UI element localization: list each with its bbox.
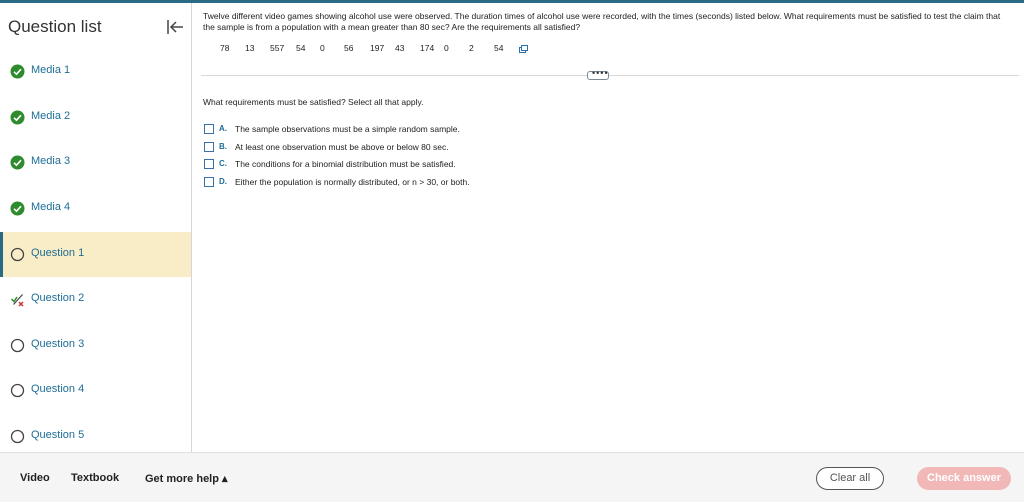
collapse-sidebar-button[interactable] [164, 16, 186, 38]
data-value: 78 [220, 43, 230, 53]
option-c[interactable]: C. The conditions for a binomial distrib… [204, 158, 804, 170]
question-list-sidebar: Question list Media 1 Media 2 Media 3 Me… [0, 3, 192, 452]
option-checkbox[interactable] [204, 159, 214, 169]
option-checkbox[interactable] [204, 177, 214, 187]
clear-all-button[interactable]: Clear all [816, 467, 884, 490]
empty-circle-icon [10, 429, 25, 444]
get-more-help-menu[interactable]: Get more help ▴ [145, 472, 228, 485]
check-circle-icon [10, 110, 25, 125]
option-letter: D. [219, 177, 227, 186]
sidebar-item-media-1[interactable]: Media 1 [0, 49, 191, 94]
empty-circle-icon [10, 247, 25, 262]
option-letter: C. [219, 159, 227, 168]
data-value: 557 [270, 43, 285, 53]
data-value: 54 [494, 43, 504, 53]
check-circle-icon [10, 64, 25, 79]
check-circle-icon [10, 201, 25, 216]
sidebar-item-label: Question 5 [31, 429, 85, 441]
question-panel: Twelve different video games showing alc… [193, 3, 1024, 452]
sidebar-item-media-4[interactable]: Media 4 [0, 186, 191, 231]
question-text: Twelve different video games showing alc… [203, 11, 1001, 32]
option-text: The conditions for a binomial distributi… [235, 159, 456, 169]
sidebar-item-question-3[interactable]: Question 3 [0, 323, 191, 368]
option-letter: A. [219, 124, 227, 133]
option-b[interactable]: B. At least one observation must be abov… [204, 141, 804, 153]
copy-data-icon[interactable] [519, 45, 528, 54]
option-checkbox[interactable] [204, 124, 214, 134]
option-a[interactable]: A. The sample observations must be a sim… [204, 123, 804, 135]
option-letter: B. [219, 142, 227, 151]
option-text: Either the population is normally distri… [235, 177, 470, 187]
option-d[interactable]: D. Either the population is normally dis… [204, 176, 804, 188]
sidebar-item-label: Question 1 [31, 247, 85, 259]
sidebar-item-question-2[interactable]: Question 2 [0, 277, 191, 322]
data-value: 43 [395, 43, 405, 53]
sidebar-header: Question list [0, 3, 191, 49]
option-text: At least one observation must be above o… [235, 142, 449, 152]
expand-more-button[interactable]: •••• [587, 68, 609, 80]
sidebar-item-question-1[interactable]: Question 1 [0, 232, 191, 277]
data-value: 197 [370, 43, 385, 53]
data-value: 174 [420, 43, 435, 53]
check-answer-button[interactable]: Check answer [917, 467, 1011, 490]
partial-credit-icon [10, 294, 24, 307]
sidebar-item-label: Question 3 [31, 338, 85, 350]
video-link[interactable]: Video [20, 472, 50, 484]
sidebar-item-label: Question 4 [31, 383, 85, 395]
sidebar-item-label: Media 2 [31, 110, 71, 122]
empty-circle-icon [10, 383, 25, 398]
textbook-link[interactable]: Textbook [71, 472, 119, 484]
data-value: 56 [344, 43, 354, 53]
footer-bar: Video Textbook Get more help ▴ Clear all… [0, 452, 1024, 502]
data-value: 13 [245, 43, 255, 53]
option-text: The sample observations must be a simple… [235, 124, 460, 134]
sidebar-item-label: Media 1 [31, 64, 71, 76]
sidebar-item-label: Media 4 [31, 201, 71, 213]
data-value: 54 [296, 43, 306, 53]
sidebar-item-media-2[interactable]: Media 2 [0, 95, 191, 140]
empty-circle-icon [10, 338, 25, 353]
sidebar-item-label: Media 3 [31, 155, 71, 167]
sidebar-item-media-3[interactable]: Media 3 [0, 140, 191, 185]
data-value: 0 [444, 43, 449, 53]
sidebar-title: Question list [8, 17, 102, 36]
section-divider [201, 75, 1019, 76]
data-value: 2 [469, 43, 474, 53]
answer-prompt: What requirements must be satisfied? Sel… [203, 97, 424, 107]
sidebar-item-question-4[interactable]: Question 4 [0, 368, 191, 413]
more-dots-icon: •••• [592, 68, 609, 78]
sidebar-item-label: Question 2 [31, 292, 85, 304]
option-checkbox[interactable] [204, 142, 214, 152]
collapse-left-icon [167, 20, 183, 34]
data-value: 0 [320, 43, 325, 53]
check-circle-icon [10, 155, 25, 170]
